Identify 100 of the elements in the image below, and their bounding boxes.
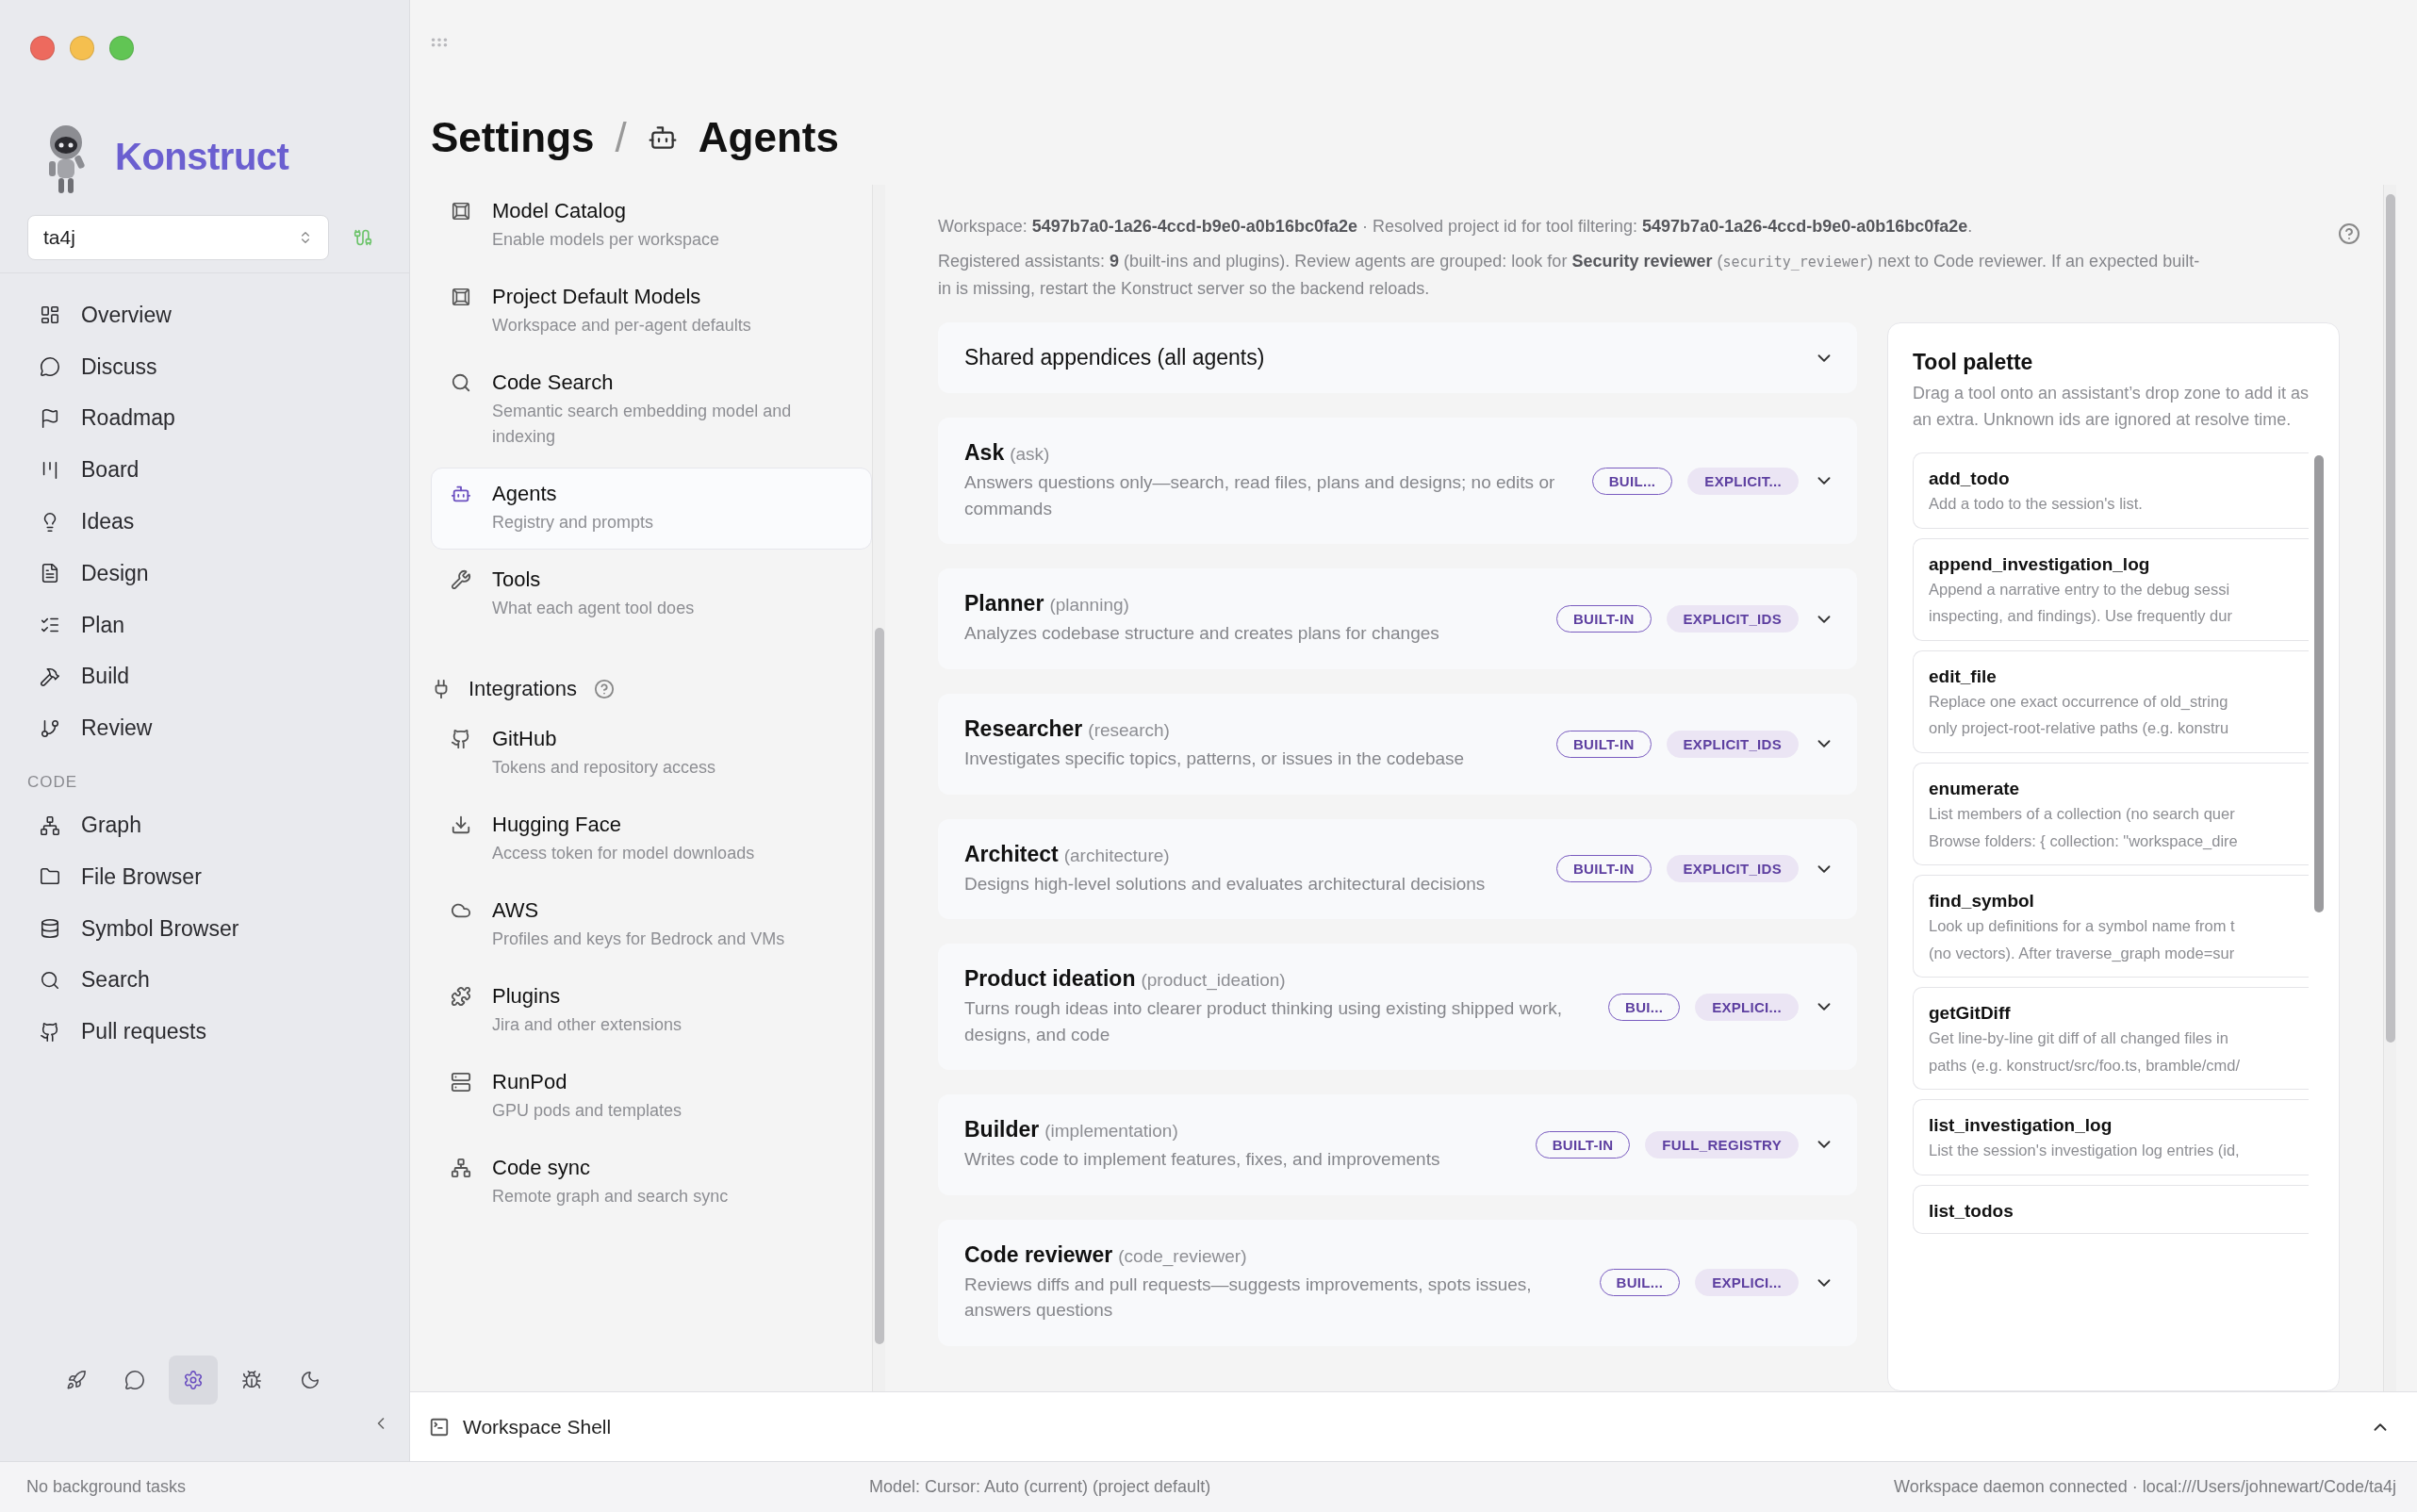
settings-nav-title: AWS — [492, 898, 540, 923]
search-icon — [451, 372, 471, 393]
settings-nav-subtitle: Registry and prompts — [492, 512, 655, 534]
sidebar-item[interactable]: Review — [30, 702, 383, 755]
workspace-info-text: Workspace: 5497b7a0-1a26-4ccd-b9e0-a0b16bc0fa2e · Resolved project id for tool filtering: 5497b7a0-1a26-4ccd-b9e0-a0b16bc0fa2e. — [938, 216, 1974, 238]
agent-card[interactable]: Ask (ask) Answers questions only—search, read files, plans and designs; no edits or commands BUIL... EXPLICIT... — [938, 418, 1857, 545]
github-icon — [40, 1021, 60, 1043]
puzzle-icon — [451, 986, 471, 1007]
tool-name: getGitDiff — [1929, 1003, 2012, 1025]
sidebar-item[interactable]: Search — [30, 954, 383, 1007]
agent-description: Reviews diffs and pull requests—suggests improvements, spots issues, answers questions — [964, 1273, 1533, 1323]
agent-description: Investigates specific topics, patterns, or issues in the codebase — [964, 748, 1466, 771]
status-text: No background tasks — [26, 1477, 187, 1497]
graph-icon — [451, 1158, 471, 1178]
tool-card[interactable]: getGitDiff Get line-by-line git diff of all changed files in paths (e.g. konstruct/src/foo.ts, bramble/cmd/ — [1913, 987, 2309, 1091]
settings-nav-item[interactable]: Agents Registry and prompts — [431, 468, 872, 550]
sidebar-item[interactable]: Symbol Browser — [30, 902, 383, 955]
tool-card[interactable]: add_todo Add a todo to the session's list. — [1913, 452, 2309, 529]
card-title: Shared appendices (all agents) — [964, 345, 1266, 371]
scrollbar-thumb[interactable] — [2314, 455, 2324, 913]
agent-tag: FULL_REGISTRY — [1645, 1131, 1799, 1159]
tool-description: Browse folders: { collection: "workspace_dire — [1929, 830, 2239, 851]
agent-card[interactable]: Researcher (research) Investigates specific topics, patterns, or issues in the codebase BUILT-IN EXPLICIT_IDS — [938, 694, 1857, 795]
settings-nav-item[interactable]: Model Catalog Enable models per workspace — [431, 185, 872, 267]
panel-description: Drag a tool onto an assistant’s drop zone to add it as an extra. Unknown ids are ignored at resolve time. — [1913, 383, 2309, 432]
tool-name: find_symbol — [1929, 891, 2035, 912]
agent-card[interactable]: Planner (planning) Analyzes codebase structure and creates plans for changes BUILT-IN EXPLICIT_IDS — [938, 568, 1857, 670]
agent-card[interactable]: Product ideation (product_ideation) Turns rough ideas into clearer product thinking using existing shipped work, designs, and code BUI... EXPLICI... — [938, 944, 1857, 1071]
help-icon[interactable] — [593, 679, 615, 699]
agent-card[interactable]: Builder (implementation) Writes code to implement features, fixes, and improvements BUILT-IN FULL_REGISTRY — [938, 1094, 1857, 1195]
sidebar-item[interactable]: Roadmap — [30, 392, 383, 445]
tool-description: Add a todo to the session's list. — [1929, 494, 2144, 515]
settings-nav-item[interactable]: Code Search Semantic search embedding model and indexing — [431, 356, 872, 464]
settings-nav-subtitle: Semantic search embedding model and indexing — [492, 401, 793, 448]
settings-nav-title: RunPod — [492, 1070, 568, 1094]
sidebar-item[interactable]: Overview — [30, 289, 383, 341]
github-icon — [451, 729, 471, 749]
settings-nav-title: Code sync — [492, 1156, 591, 1180]
agent-card[interactable]: Code reviewer (code_reviewer) Reviews diffs and pull requests—suggests improvements, spots issues, answers questions BUIL... EXPLICI... — [938, 1219, 1857, 1346]
tool-card[interactable]: enumerate List members of a collection (no search quer Browse folders: { collection: "workspace_dire — [1913, 763, 2309, 866]
settings-nav-item[interactable]: RunPod GPU pods and templates — [431, 1056, 872, 1138]
settings-nav-item[interactable]: AWS Profiles and keys for Bedrock and VMs — [431, 884, 872, 966]
bug-icon — [241, 1370, 262, 1390]
sidebar-item[interactable]: File Browser — [30, 850, 383, 903]
project-select[interactable]: ta4j — [27, 215, 329, 260]
settings-nav-item[interactable]: Project Default Models Workspace and per-agent defaults — [431, 271, 872, 353]
sidebar-item[interactable]: Build — [30, 650, 383, 703]
agent-name: Code reviewer — [964, 1241, 1113, 1268]
settings-nav-item[interactable]: Plugins Jira and other extensions — [431, 970, 872, 1052]
agent-id: (research) — [1088, 720, 1170, 742]
tool-card[interactable]: list_investigation_log List the session's investigation log entries (id, — [1913, 1099, 2309, 1175]
settings-nav-subtitle: Workspace and per-agent defaults — [492, 315, 752, 337]
settings-nav-title: Plugins — [492, 984, 562, 1009]
help-icon[interactable] — [2338, 222, 2360, 245]
workspace-shell-bar[interactable]: Workspace Shell — [410, 1391, 2417, 1461]
agent-card[interactable]: Architect (architecture) Designs high-level solutions and evaluates architectural decisions BUILT-IN EXPLICIT_IDS — [938, 818, 1857, 920]
tool-card[interactable]: list_todos — [1913, 1184, 2309, 1234]
agent-id: (product_ideation) — [1141, 970, 1286, 992]
agent-tag: EXPLICI... — [1695, 1269, 1799, 1297]
tool-card[interactable]: find_symbol Look up definitions for a symbol name from t (no vectors). After traverse_graph mode=sur — [1913, 875, 2309, 978]
settings-nav-item[interactable]: GitHub Tokens and repository access — [431, 713, 872, 795]
settings-nav-item[interactable]: Code sync Remote graph and search sync — [431, 1142, 872, 1224]
agent-id: (architecture) — [1063, 845, 1170, 866]
settings-nav-item[interactable]: Hugging Face Access token for model downloads — [431, 798, 872, 880]
tool-name: list_investigation_log — [1929, 1115, 2113, 1137]
sidebar-item[interactable]: Board — [30, 444, 383, 497]
sidebar-item[interactable]: Discuss — [30, 340, 383, 393]
agent-name: Builder — [964, 1117, 1040, 1143]
agent-description: Analyzes codebase structure and creates plans for changes — [964, 622, 1440, 646]
scrollbar-track[interactable] — [872, 185, 885, 1391]
sidebar-item[interactable]: Ideas — [30, 496, 383, 548]
server-icon — [451, 1072, 471, 1093]
tool-description: Look up definitions for a symbol name from t — [1929, 916, 2236, 937]
robot-icon — [451, 484, 471, 504]
rocket-icon — [66, 1370, 87, 1390]
tool-card[interactable]: edit_file Replace one exact occurrence of old_string only project-root-relative paths (e.g. konstru — [1913, 649, 2309, 753]
chat-bubble-icon — [40, 356, 60, 378]
sidebar-item[interactable]: Design — [30, 548, 383, 600]
agent-name: Researcher — [964, 716, 1083, 743]
settings-nav-item[interactable]: Tools What each agent tool does — [431, 553, 872, 635]
settings-nav-subtitle: Access token for model downloads — [492, 843, 756, 864]
agent-name: Architect — [964, 841, 1059, 867]
sidebar-item[interactable]: Graph — [30, 799, 383, 851]
agent-description: Writes code to implement features, fixes, and improvements — [964, 1148, 1441, 1172]
page-subtitle: Agents — [698, 114, 839, 161]
settings-nav-subtitle: Jira and other extensions — [492, 1014, 683, 1036]
chat-bubble-icon — [124, 1370, 145, 1390]
settings-nav-subtitle: What each agent tool does — [492, 598, 696, 619]
sidebar-item[interactable]: Plan — [30, 599, 383, 651]
agent-name: Planner — [964, 591, 1044, 617]
close-window-button[interactable] — [30, 36, 55, 60]
sidebar-item[interactable]: Pull requests — [30, 1006, 383, 1059]
flag-icon — [40, 408, 60, 429]
tool-card[interactable]: append_investigation_log Append a narrative entry to the debug sessi inspecting, and findings). Use frequently dur — [1913, 537, 2309, 641]
branch-icon — [40, 717, 60, 739]
scrollbar-track[interactable] — [2383, 185, 2396, 1391]
shared-appendices-card[interactable]: Shared appendices (all agents) — [938, 322, 1857, 394]
settings-button[interactable] — [169, 1356, 218, 1405]
settings-nav-subtitle: GPU pods and templates — [492, 1100, 683, 1122]
tool-description: only project-root-relative paths (e.g. konstru — [1929, 718, 2230, 739]
